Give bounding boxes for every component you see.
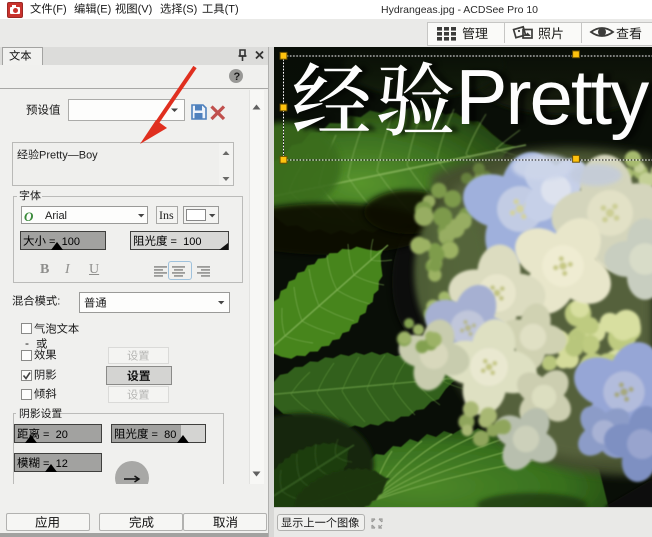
svg-text:= 80: = 80 — [149, 428, 177, 440]
svg-text:= 20: = 20 — [40, 428, 68, 440]
svg-text:Pretty: Pretty — [456, 53, 650, 141]
svg-text::: : — [57, 295, 60, 307]
